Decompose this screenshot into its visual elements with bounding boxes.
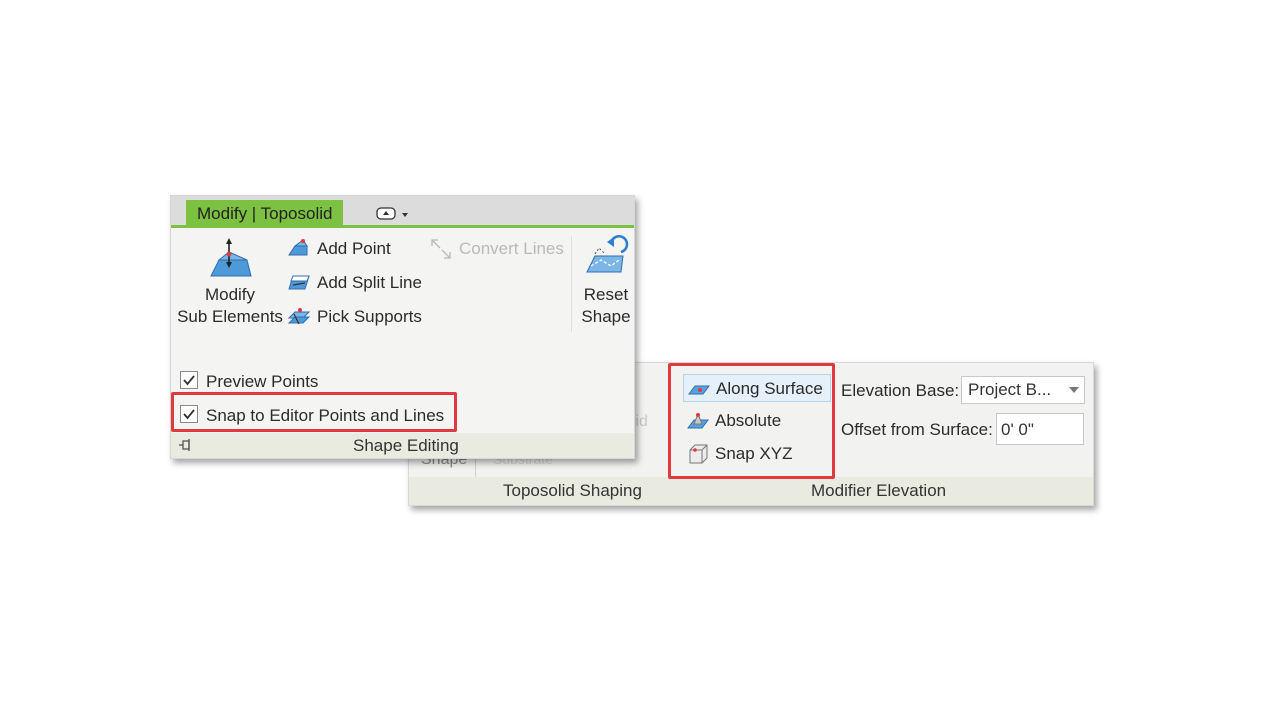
preview-points-label: Preview Points (206, 372, 319, 391)
elevation-base-value: Project B... (968, 380, 1052, 399)
convert-lines-button[interactable]: Convert Lines (429, 238, 569, 260)
convert-lines-icon (431, 239, 451, 259)
add-point-button[interactable]: Add Point (287, 238, 427, 260)
add-point-icon (288, 239, 308, 256)
offset-from-surface-label: Offset from Surface: (841, 420, 993, 439)
pick-supports-icon (287, 308, 311, 325)
elevation-base-dropdown[interactable]: Project B... (961, 376, 1085, 404)
modifier-elevation-label: Modifier Elevation (811, 481, 947, 500)
toposolid-shaping-label: Toposolid Shaping (503, 481, 642, 500)
pick-supports-button[interactable]: Pick Supports (287, 306, 427, 328)
panel-options-icon[interactable] (375, 206, 415, 222)
back-panel-footer: Toposolid Shaping Modifier Elevation (409, 477, 1093, 505)
add-split-line-label: Add Split Line (317, 273, 422, 292)
ribbon-separator (571, 236, 572, 332)
add-point-label: Add Point (317, 239, 391, 258)
add-split-line-icon (288, 275, 310, 290)
chevron-down-icon (1069, 387, 1079, 393)
shape-editing-label: Shape Editing (353, 436, 459, 455)
preview-points-checkbox[interactable] (180, 371, 198, 389)
reset-shape-label-1: Reset (583, 285, 629, 304)
elevation-base-label: Elevation Base: (841, 381, 960, 400)
tab-modify-toposolid[interactable]: Modify | Toposolid (186, 200, 344, 228)
ribbon-tab-bar: Modify | Toposolid (171, 196, 634, 228)
offset-value: 0' 0" (1001, 420, 1034, 439)
convert-lines-label: Convert Lines (459, 239, 564, 258)
reset-shape-button[interactable]: Reset Shape (575, 234, 635, 330)
pin-icon[interactable] (177, 438, 193, 452)
reset-shape-label-2: Shape (581, 307, 631, 326)
modify-toposolid-panel: Modify | Toposolid Modify Sub Elements A (170, 195, 635, 459)
front-panel-footer: Shape Editing (171, 433, 634, 458)
highlight-box-snap (171, 392, 457, 432)
reset-shape-icon (586, 235, 629, 273)
offset-from-surface-input[interactable]: 0' 0" (996, 413, 1084, 445)
modify-sub-elements-icon (210, 238, 252, 277)
checkmark-icon (183, 375, 195, 386)
modify-sub-elements-label-1: Modify (204, 285, 256, 304)
modify-sub-elements-button[interactable]: Modify Sub Elements (177, 234, 283, 330)
preview-points-option[interactable]: Preview Points (180, 370, 330, 392)
add-split-line-button[interactable]: Add Split Line (287, 272, 437, 294)
modify-sub-elements-label-2: Sub Elements (177, 307, 283, 326)
highlight-box-modes (668, 363, 835, 479)
pick-supports-label: Pick Supports (317, 307, 422, 326)
